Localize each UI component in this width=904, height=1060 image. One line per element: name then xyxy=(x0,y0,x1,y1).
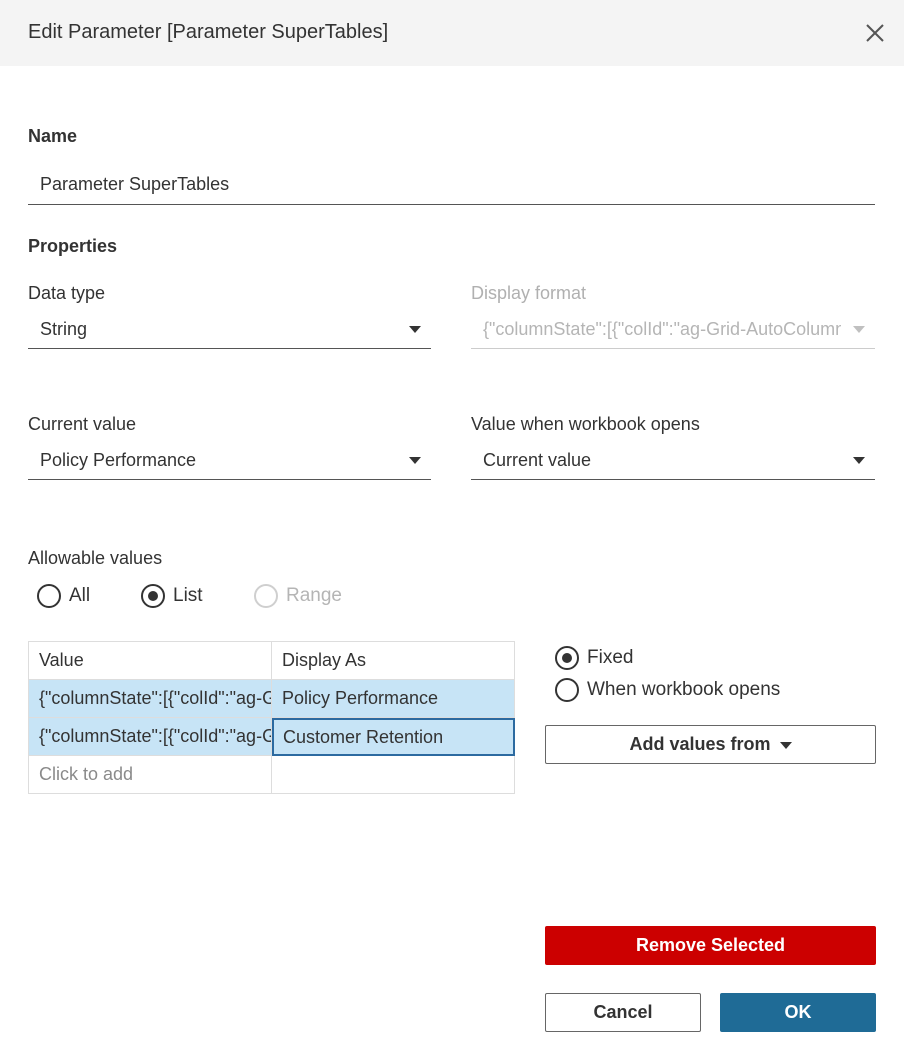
values-table: Value Display As {"columnState":[{"colId… xyxy=(28,641,515,794)
radio-circle xyxy=(555,678,579,702)
current-value-value: Policy Performance xyxy=(40,450,197,470)
value-when-opens-select[interactable]: Current value xyxy=(471,440,875,480)
empty-cell[interactable] xyxy=(272,756,515,794)
column-header-value[interactable]: Value xyxy=(29,642,272,680)
data-type-select[interactable]: String xyxy=(28,309,431,349)
properties-heading: Properties xyxy=(28,236,118,256)
cell-display-as[interactable]: Policy Performance xyxy=(272,680,515,718)
chevron-down-icon xyxy=(853,457,865,464)
cell-value[interactable]: {"columnState":[{"colId":"ag-Grid-AutoCo… xyxy=(29,718,272,756)
radio-all[interactable]: All xyxy=(37,584,90,608)
column-header-display-as[interactable]: Display As xyxy=(272,642,515,680)
data-type-label: Data type xyxy=(28,283,106,303)
radio-circle xyxy=(254,584,278,608)
radio-circle xyxy=(37,584,61,608)
cell-value[interactable]: {"columnState":[{"colId":"ag-Grid-AutoCo… xyxy=(29,680,272,718)
current-value-select[interactable]: Policy Performance xyxy=(28,440,431,480)
data-type-value: String xyxy=(40,319,88,339)
remove-selected-button[interactable]: Remove Selected xyxy=(545,926,876,965)
cell-display-as-focused[interactable]: Customer Retention xyxy=(272,718,515,756)
click-to-add-cell[interactable]: Click to add xyxy=(29,756,272,794)
chevron-down-icon xyxy=(409,457,421,464)
name-input[interactable] xyxy=(28,165,875,205)
value-when-opens-label: Value when workbook opens xyxy=(471,414,700,434)
ok-button[interactable]: OK xyxy=(720,993,876,1032)
radio-list[interactable]: List xyxy=(141,584,203,608)
table-header-row: Value Display As xyxy=(29,642,515,680)
radio-circle-selected xyxy=(555,646,579,670)
dialog-title: Edit Parameter [Parameter SuperTables] xyxy=(28,21,389,43)
current-value-label: Current value xyxy=(28,414,137,434)
radio-when-workbook-opens-label: When workbook opens xyxy=(587,679,781,700)
display-format-value: {"columnState":[{"colId":"ag-Grid-AutoCo… xyxy=(483,319,841,339)
name-label: Name xyxy=(28,126,78,146)
add-values-from-label: Add values from xyxy=(629,734,771,754)
close-icon[interactable] xyxy=(862,20,888,46)
chevron-down-icon xyxy=(853,326,865,333)
radio-when-workbook-opens[interactable]: When workbook opens xyxy=(555,678,780,702)
radio-circle-selected xyxy=(141,584,165,608)
cancel-button[interactable]: Cancel xyxy=(545,993,701,1032)
value-when-opens-value: Current value xyxy=(483,450,592,470)
table-row[interactable]: {"columnState":[{"colId":"ag-Grid-AutoCo… xyxy=(29,718,515,756)
add-values-from-button[interactable]: Add values from xyxy=(545,725,876,764)
display-format-select: {"columnState":[{"colId":"ag-Grid-AutoCo… xyxy=(471,309,875,349)
allowable-values-label: Allowable values xyxy=(28,548,163,568)
chevron-down-icon xyxy=(409,326,421,333)
caret-down-icon xyxy=(779,742,792,749)
radio-list-label: List xyxy=(173,585,203,606)
table-row[interactable]: {"columnState":[{"colId":"ag-Grid-AutoCo… xyxy=(29,680,515,718)
display-format-label: Display format xyxy=(471,283,587,303)
dialog-titlebar: Edit Parameter [Parameter SuperTables] xyxy=(0,0,904,66)
radio-fixed-label: Fixed xyxy=(587,647,634,668)
radio-fixed[interactable]: Fixed xyxy=(555,646,633,670)
radio-all-label: All xyxy=(69,585,91,606)
radio-range-label: Range xyxy=(286,585,342,606)
table-add-row[interactable]: Click to add xyxy=(29,756,515,794)
radio-range: Range xyxy=(254,584,342,608)
